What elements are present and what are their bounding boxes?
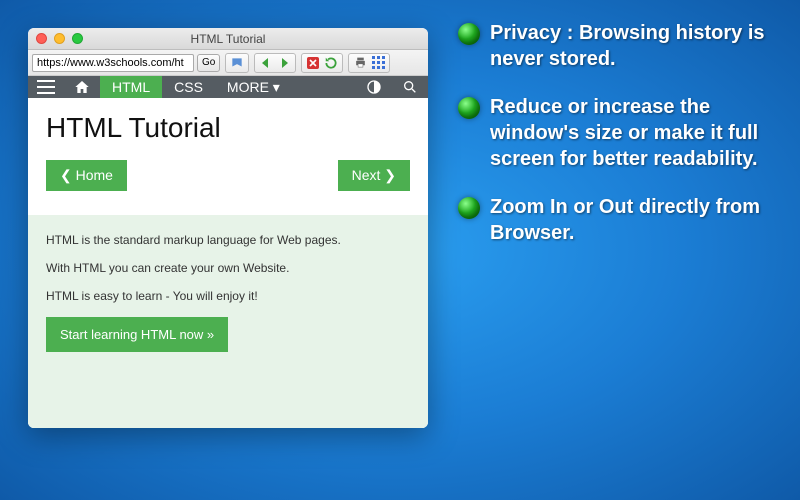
feature-item: Zoom In or Out directly from Browser. <box>458 194 778 246</box>
close-button[interactable] <box>36 33 47 44</box>
feature-list: Privacy : Browsing history is never stor… <box>458 20 778 268</box>
minimize-button[interactable] <box>54 33 65 44</box>
bullet-icon <box>458 23 480 45</box>
traffic-lights <box>36 33 83 44</box>
feature-text: Zoom In or Out directly from Browser. <box>490 194 778 246</box>
page-viewport: HTML CSS MORE ▾ HTML Tutorial ❮ Home Nex… <box>28 76 428 428</box>
print-icon[interactable] <box>351 54 369 72</box>
bullet-icon <box>458 97 480 119</box>
stop-icon[interactable] <box>304 54 322 72</box>
feature-item: Privacy : Browsing history is never stor… <box>458 20 778 72</box>
go-button[interactable]: Go <box>197 54 220 72</box>
titlebar: HTML Tutorial <box>28 28 428 50</box>
feature-item: Reduce or increase the window's size or … <box>458 94 778 172</box>
toolbar: Go <box>28 50 428 76</box>
feature-text: Privacy : Browsing history is never stor… <box>490 20 778 72</box>
intro-paragraph: HTML is the standard markup language for… <box>46 233 410 247</box>
zoom-button[interactable] <box>72 33 83 44</box>
nav-more[interactable]: MORE ▾ <box>215 76 292 98</box>
nav-css[interactable]: CSS <box>162 76 215 98</box>
grid-icon[interactable] <box>369 54 387 72</box>
menu-icon[interactable] <box>28 76 64 98</box>
home-icon[interactable] <box>64 76 100 98</box>
dark-mode-icon[interactable] <box>356 76 392 98</box>
url-input[interactable] <box>32 54 194 72</box>
page-intro: HTML is the standard markup language for… <box>28 215 428 428</box>
bookmarks-icon[interactable] <box>228 54 246 72</box>
start-learning-button[interactable]: Start learning HTML now » <box>46 317 228 352</box>
page-heading: HTML Tutorial <box>46 112 410 144</box>
bullet-icon <box>458 197 480 219</box>
intro-paragraph: With HTML you can create your own Websit… <box>46 261 410 275</box>
site-nav: HTML CSS MORE ▾ <box>28 76 428 98</box>
intro-paragraph: HTML is easy to learn - You will enjoy i… <box>46 289 410 303</box>
window-title: HTML Tutorial <box>191 32 266 46</box>
forward-icon[interactable] <box>275 54 293 72</box>
reload-icon[interactable] <box>322 54 340 72</box>
browser-window: HTML Tutorial Go <box>28 28 428 428</box>
feature-text: Reduce or increase the window's size or … <box>490 94 778 172</box>
search-icon[interactable] <box>392 76 428 98</box>
next-button[interactable]: Next ❯ <box>338 160 410 191</box>
page-body: HTML Tutorial ❮ Home Next ❯ <box>28 98 428 203</box>
nav-html[interactable]: HTML <box>100 76 162 98</box>
home-button[interactable]: ❮ Home <box>46 160 127 191</box>
back-icon[interactable] <box>257 54 275 72</box>
